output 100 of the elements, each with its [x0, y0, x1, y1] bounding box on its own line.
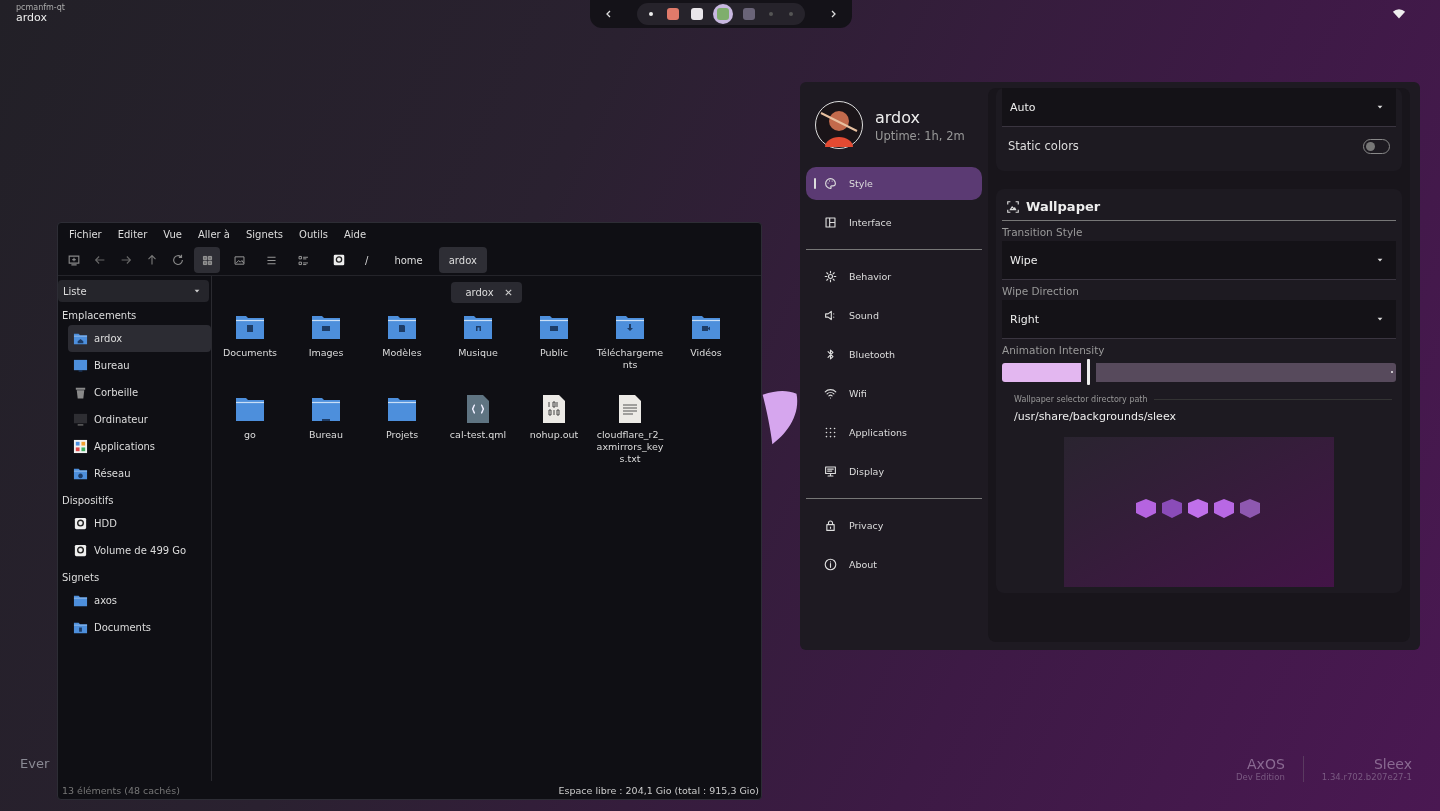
- app-class-label: pcmanfm-qt: [16, 4, 65, 13]
- menu-item[interactable]: Vue: [155, 228, 190, 240]
- color-mode-dropdown[interactable]: Auto: [1002, 88, 1396, 127]
- directory-path-field[interactable]: Wallpaper selector directory path /usr/share/backgrounds/sleex: [1002, 385, 1396, 433]
- up-icon[interactable]: [145, 253, 159, 267]
- intensity-slider[interactable]: [1002, 359, 1396, 385]
- active-window-title: ardox: [16, 12, 47, 24]
- section-title: Wallpaper: [1026, 199, 1101, 214]
- reload-icon[interactable]: [171, 253, 185, 267]
- branding-subtitle: 1.34.r702.b207e27-1: [1321, 772, 1412, 782]
- transition-style-dropdown[interactable]: Wipe: [1002, 241, 1396, 280]
- wifi-icon[interactable]: [1392, 7, 1406, 21]
- nav-item[interactable]: Applications: [806, 416, 982, 449]
- drive-icon: [73, 543, 88, 558]
- sidebar-view-select[interactable]: Liste: [58, 280, 209, 302]
- drive-icon: [332, 253, 346, 267]
- sidebar-item[interactable]: Documents: [68, 614, 211, 641]
- caret-icon: [193, 287, 201, 295]
- speaker-icon: [824, 309, 837, 322]
- wallpaper-icon: [1006, 199, 1020, 214]
- folder-icon: [73, 620, 88, 635]
- gear-icon: [824, 270, 837, 283]
- branding-title: AxOS: [1247, 756, 1285, 772]
- file-item[interactable]: Projets: [364, 393, 440, 475]
- sidebar-item[interactable]: Applications: [68, 433, 211, 460]
- sidebar-section-title: Dispositifs: [61, 494, 115, 508]
- close-icon[interactable]: [503, 288, 513, 297]
- user-name: ardox: [875, 107, 922, 127]
- menu-item[interactable]: Aide: [335, 228, 375, 240]
- lock-icon: [824, 519, 837, 532]
- nav-item[interactable]: Display: [806, 455, 982, 488]
- file-item[interactable]: cal-test.qml: [440, 393, 516, 475]
- folder-tab[interactable]: ardox: [451, 282, 522, 303]
- status-item-count: 13 éléments (48 cachés): [62, 784, 180, 796]
- nav-item[interactable]: Interface: [806, 206, 982, 239]
- details-list-icon: [296, 253, 310, 267]
- path-crumb[interactable]: home: [384, 247, 433, 273]
- trash-icon: [73, 385, 88, 400]
- sidebar-section-title: Signets: [61, 571, 101, 585]
- file-item[interactable]: Bureau: [288, 393, 364, 475]
- nav-item[interactable]: Wifi: [806, 377, 982, 410]
- branding-subtitle: Dev Edition: [1235, 772, 1285, 782]
- field-label: Animation Intensity: [1002, 343, 1106, 358]
- wipe-direction-dropdown[interactable]: Right: [1002, 300, 1396, 339]
- sidebar-item[interactable]: axos: [68, 587, 211, 614]
- path-crumb[interactable]: ardox: [438, 247, 487, 273]
- forward-icon[interactable]: [119, 253, 133, 267]
- menu-item[interactable]: Signets: [237, 228, 292, 240]
- view-mode-button[interactable]: [194, 247, 220, 273]
- grid-icon: [824, 426, 837, 439]
- sidebar-section-title: Emplacements: [61, 309, 138, 323]
- nav-item[interactable]: Behavior: [806, 260, 982, 293]
- menu-item[interactable]: Fichier: [61, 228, 110, 240]
- app-icon[interactable]: [689, 6, 705, 22]
- menu-item[interactable]: Editer: [109, 228, 156, 240]
- sidebar-item[interactable]: Réseau: [68, 460, 211, 487]
- setting-label: Static colors: [1008, 139, 1079, 153]
- layout-icon: [824, 216, 837, 229]
- app-icon[interactable]: [713, 4, 733, 24]
- file-item[interactable]: Public: [516, 311, 592, 393]
- home-folder-icon: [73, 331, 88, 346]
- sidebar-item[interactable]: Ordinateur: [68, 406, 211, 433]
- path-crumb[interactable]: /: [355, 247, 379, 273]
- file-item[interactable]: cloudflare_r2_axmirrors_keys.txt: [592, 393, 668, 475]
- applications-icon: [73, 439, 88, 454]
- palette-icon: [824, 177, 837, 190]
- workspace-dot[interactable]: [789, 12, 793, 16]
- file-item[interactable]: Images: [288, 311, 364, 393]
- back-icon[interactable]: [93, 253, 107, 267]
- nav-item[interactable]: Privacy: [806, 509, 982, 542]
- workspace-dot[interactable]: [769, 12, 773, 16]
- file-item[interactable]: Modèles: [364, 311, 440, 393]
- folder-icon: [73, 593, 88, 608]
- app-icon[interactable]: [665, 6, 681, 22]
- workspace-dot[interactable]: [649, 12, 653, 16]
- new-window-icon[interactable]: [67, 253, 81, 267]
- drive-icon: [73, 516, 88, 531]
- nav-item[interactable]: Bluetooth: [806, 338, 982, 371]
- file-item[interactable]: Musique: [440, 311, 516, 393]
- computer-icon: [73, 412, 88, 427]
- nav-item[interactable]: Sound: [806, 299, 982, 332]
- uptime-text: Uptime: 1h, 2m: [875, 128, 965, 143]
- avatar: [815, 101, 863, 149]
- field-label: Transition Style: [1002, 225, 1084, 240]
- file-item[interactable]: Téléchargements: [592, 311, 668, 393]
- sidebar-item[interactable]: ardox: [68, 325, 211, 352]
- caret-icon: [1376, 315, 1384, 323]
- menu-item[interactable]: Outils: [291, 228, 336, 240]
- sidebar-item[interactable]: Volume de 499 Go: [68, 537, 211, 564]
- nav-item[interactable]: About: [806, 548, 982, 581]
- file-item[interactable]: go: [212, 393, 288, 475]
- file-item[interactable]: nohup.out: [516, 393, 592, 475]
- file-item[interactable]: Vidéos: [668, 311, 744, 393]
- file-item[interactable]: Documents: [212, 311, 288, 393]
- sidebar-item[interactable]: Corbeille: [68, 379, 211, 406]
- menu-item[interactable]: Aller à: [190, 228, 238, 240]
- sidebar-item[interactable]: HDD: [68, 510, 211, 537]
- nav-item[interactable]: Style: [806, 167, 982, 200]
- wifi-icon: [824, 387, 837, 400]
- sidebar-item[interactable]: Bureau: [68, 352, 211, 379]
